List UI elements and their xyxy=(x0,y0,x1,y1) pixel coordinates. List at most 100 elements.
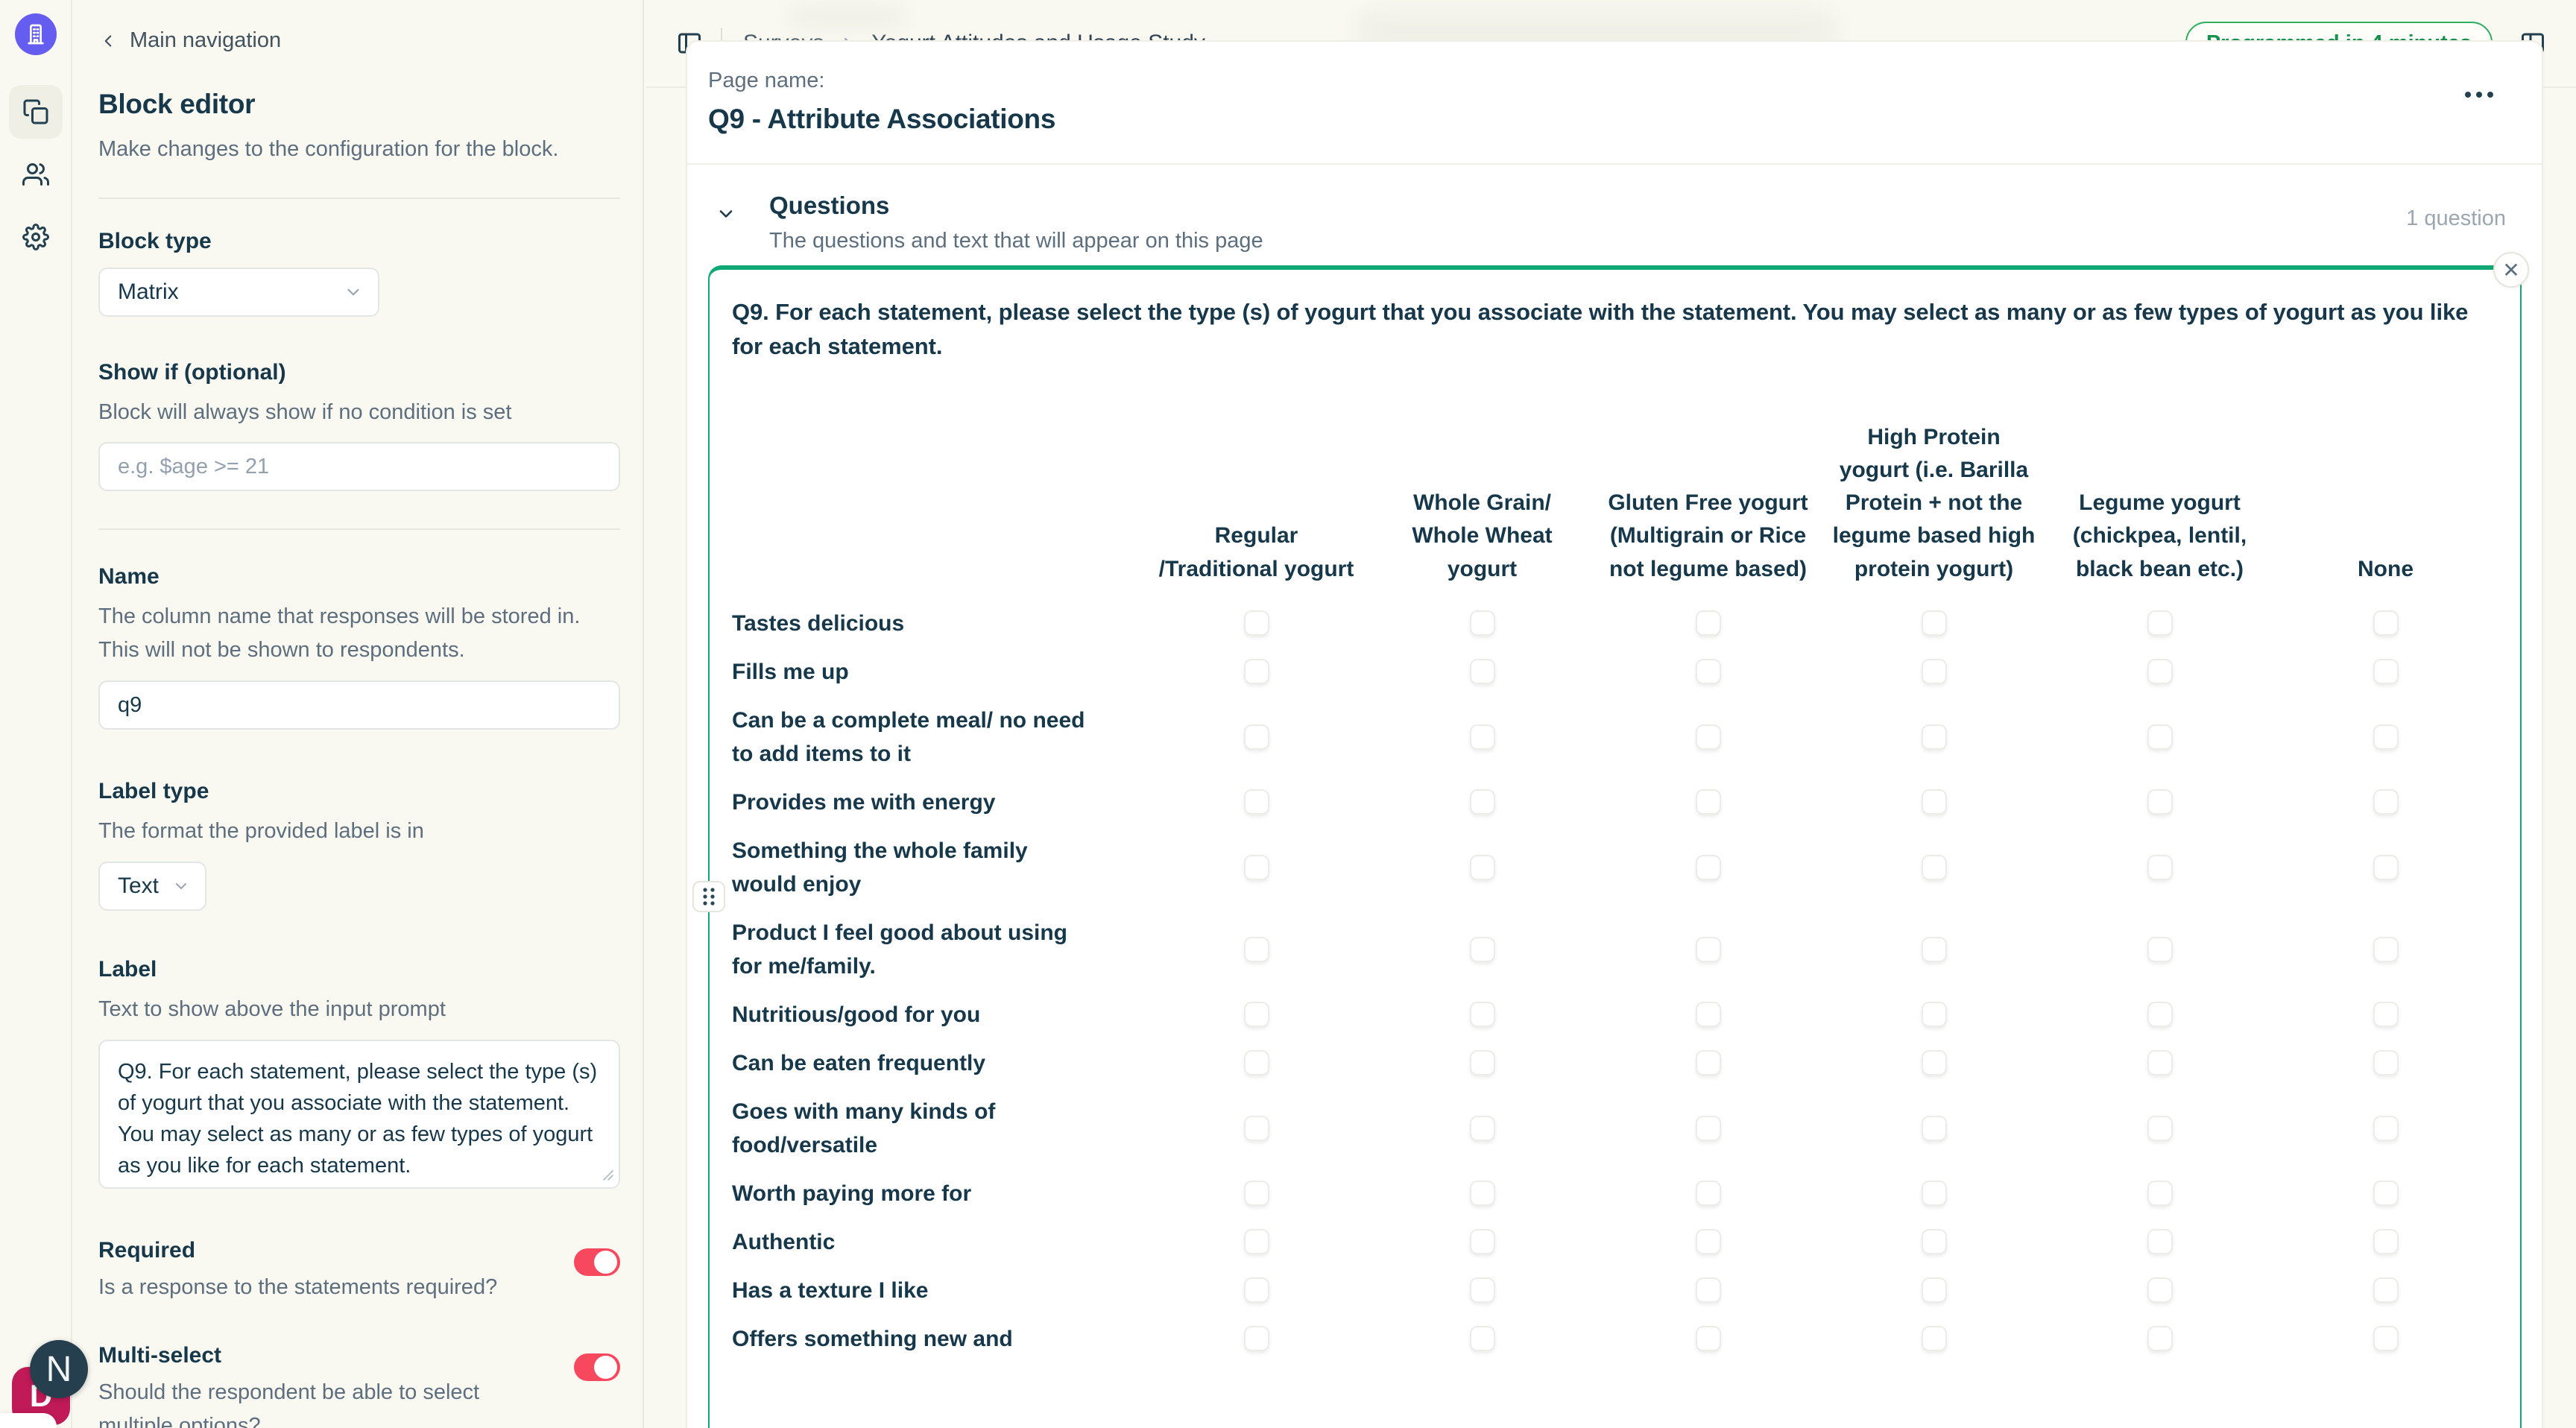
matrix-checkbox[interactable] xyxy=(1470,789,1495,815)
matrix-checkbox[interactable] xyxy=(1922,1326,1947,1351)
matrix-checkbox[interactable] xyxy=(1922,1277,1947,1303)
collapse-chevron-icon[interactable] xyxy=(716,203,736,224)
matrix-checkbox[interactable] xyxy=(1244,1050,1269,1075)
matrix-checkbox[interactable] xyxy=(1244,724,1269,750)
matrix-checkbox[interactable] xyxy=(1244,1002,1269,1027)
matrix-checkbox[interactable] xyxy=(1244,1116,1269,1141)
matrix-checkbox[interactable] xyxy=(1244,659,1269,684)
matrix-checkbox[interactable] xyxy=(1696,1229,1721,1254)
matrix-checkbox[interactable] xyxy=(1470,1229,1495,1254)
back-to-main-navigation[interactable]: Main navigation xyxy=(98,28,281,53)
matrix-checkbox[interactable] xyxy=(1470,855,1495,880)
matrix-checkbox[interactable] xyxy=(1244,610,1269,636)
matrix-checkbox[interactable] xyxy=(1470,610,1495,636)
matrix-checkbox[interactable] xyxy=(2147,1326,2173,1351)
matrix-checkbox[interactable] xyxy=(1922,1050,1947,1075)
matrix-checkbox[interactable] xyxy=(1470,1050,1495,1075)
matrix-checkbox[interactable] xyxy=(1922,937,1947,962)
matrix-checkbox[interactable] xyxy=(1696,1277,1721,1303)
matrix-checkbox[interactable] xyxy=(1922,789,1947,815)
matrix-checkbox[interactable] xyxy=(2373,1229,2399,1254)
matrix-checkbox[interactable] xyxy=(1922,659,1947,684)
matrix-checkbox[interactable] xyxy=(2373,937,2399,962)
matrix-cell xyxy=(2047,648,2273,696)
matrix-checkbox[interactable] xyxy=(1470,1326,1495,1351)
block-type-select[interactable]: Matrix xyxy=(98,268,379,317)
required-toggle[interactable] xyxy=(574,1248,620,1276)
matrix-checkbox[interactable] xyxy=(1470,1277,1495,1303)
matrix-checkbox[interactable] xyxy=(2373,724,2399,750)
matrix-row-label: Goes with many kinds of food/versatile xyxy=(732,1087,1143,1169)
resize-grip-icon[interactable] xyxy=(602,1169,614,1181)
matrix-checkbox[interactable] xyxy=(2147,855,2173,880)
close-question-button[interactable]: ✕ xyxy=(2493,252,2529,288)
matrix-checkbox[interactable] xyxy=(1922,1116,1947,1141)
matrix-checkbox[interactable] xyxy=(2147,1277,2173,1303)
matrix-checkbox[interactable] xyxy=(2373,1277,2399,1303)
matrix-checkbox[interactable] xyxy=(1470,1116,1495,1141)
matrix-checkbox[interactable] xyxy=(2373,659,2399,684)
multi-select-toggle[interactable] xyxy=(574,1353,620,1381)
matrix-checkbox[interactable] xyxy=(1696,659,1721,684)
matrix-checkbox[interactable] xyxy=(2147,937,2173,962)
matrix-checkbox[interactable] xyxy=(2147,1181,2173,1206)
matrix-checkbox[interactable] xyxy=(1922,610,1947,636)
matrix-checkbox[interactable] xyxy=(1696,1002,1721,1027)
matrix-checkbox[interactable] xyxy=(1244,937,1269,962)
label-textarea[interactable] xyxy=(98,1040,620,1189)
matrix-checkbox[interactable] xyxy=(2373,610,2399,636)
avatar-n[interactable]: N xyxy=(30,1340,88,1398)
show-if-input[interactable] xyxy=(98,442,620,491)
matrix-checkbox[interactable] xyxy=(2373,1050,2399,1075)
matrix-checkbox[interactable] xyxy=(1470,724,1495,750)
rail-item-users[interactable] xyxy=(9,148,63,201)
matrix-checkbox[interactable] xyxy=(1696,855,1721,880)
matrix-checkbox[interactable] xyxy=(2147,724,2173,750)
matrix-checkbox[interactable] xyxy=(1244,1277,1269,1303)
matrix-checkbox[interactable] xyxy=(1244,789,1269,815)
matrix-checkbox[interactable] xyxy=(1470,937,1495,962)
matrix-checkbox[interactable] xyxy=(1696,1116,1721,1141)
matrix-checkbox[interactable] xyxy=(2373,1116,2399,1141)
matrix-checkbox[interactable] xyxy=(1470,1002,1495,1027)
matrix-checkbox[interactable] xyxy=(2373,1326,2399,1351)
matrix-checkbox[interactable] xyxy=(1696,1050,1721,1075)
question-block[interactable]: ✕ Q9. For each statement, please select … xyxy=(708,265,2522,1428)
matrix-checkbox[interactable] xyxy=(1696,724,1721,750)
matrix-checkbox[interactable] xyxy=(1244,1326,1269,1351)
matrix-checkbox[interactable] xyxy=(1696,937,1721,962)
matrix-checkbox[interactable] xyxy=(1470,1181,1495,1206)
matrix-checkbox[interactable] xyxy=(1922,1229,1947,1254)
matrix-checkbox[interactable] xyxy=(1244,855,1269,880)
matrix-checkbox[interactable] xyxy=(2147,789,2173,815)
matrix-checkbox[interactable] xyxy=(2147,1050,2173,1075)
matrix-checkbox[interactable] xyxy=(1922,855,1947,880)
label-type-select[interactable]: Text xyxy=(98,862,206,911)
matrix-checkbox[interactable] xyxy=(1244,1229,1269,1254)
matrix-checkbox[interactable] xyxy=(2147,1002,2173,1027)
matrix-checkbox[interactable] xyxy=(1696,1326,1721,1351)
matrix-checkbox[interactable] xyxy=(2147,1229,2173,1254)
matrix-checkbox[interactable] xyxy=(1922,1002,1947,1027)
matrix-checkbox[interactable] xyxy=(2373,789,2399,815)
workspace-avatar[interactable] xyxy=(15,13,57,55)
matrix-checkbox[interactable] xyxy=(1470,659,1495,684)
matrix-checkbox[interactable] xyxy=(2147,659,2173,684)
matrix-checkbox[interactable] xyxy=(2147,1116,2173,1141)
matrix-checkbox[interactable] xyxy=(1922,1181,1947,1206)
rail-item-settings[interactable] xyxy=(9,210,63,264)
matrix-checkbox[interactable] xyxy=(2147,610,2173,636)
matrix-checkbox[interactable] xyxy=(2373,1002,2399,1027)
page-title[interactable]: Q9 - Attribute Associations xyxy=(708,104,1055,135)
matrix-checkbox[interactable] xyxy=(1696,1181,1721,1206)
matrix-checkbox[interactable] xyxy=(1696,789,1721,815)
matrix-checkbox[interactable] xyxy=(1922,724,1947,750)
matrix-checkbox[interactable] xyxy=(1696,610,1721,636)
matrix-checkbox[interactable] xyxy=(2373,1181,2399,1206)
name-input[interactable] xyxy=(98,680,620,730)
page-menu-button[interactable] xyxy=(2463,89,2496,100)
rail-item-pages[interactable] xyxy=(9,85,63,139)
matrix-checkbox[interactable] xyxy=(1244,1181,1269,1206)
matrix-checkbox[interactable] xyxy=(2373,855,2399,880)
drag-handle[interactable] xyxy=(692,881,725,912)
